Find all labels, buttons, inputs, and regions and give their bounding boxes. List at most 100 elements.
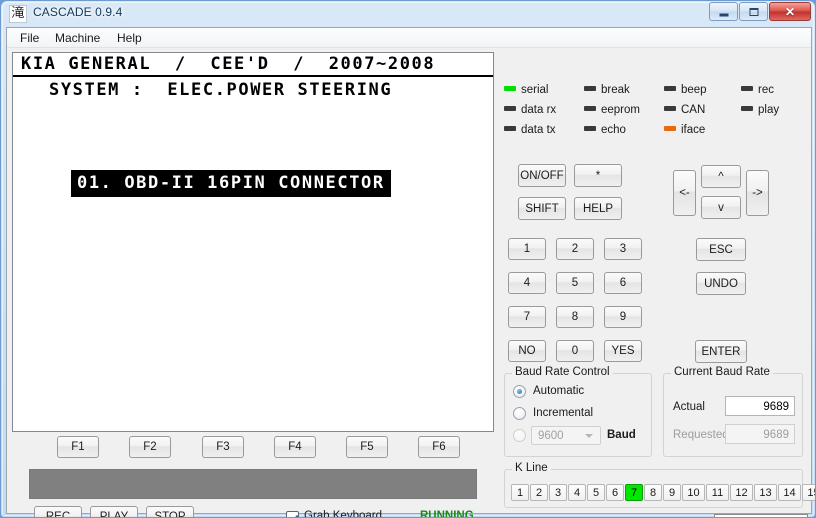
chevron-down-icon	[585, 434, 593, 438]
function-key-f5[interactable]: F5	[346, 436, 388, 458]
key-0[interactable]: 0	[556, 340, 594, 362]
led-echo: echo	[584, 124, 626, 136]
key-5[interactable]: 5	[556, 272, 594, 294]
key-9[interactable]: 9	[604, 306, 642, 328]
rec-button[interactable]: REC	[34, 506, 82, 517]
key-help[interactable]: HELP	[574, 197, 622, 220]
requested-baud-value: 9689	[725, 424, 795, 444]
key-arrow-right[interactable]: ->	[746, 170, 769, 216]
key-no[interactable]: NO	[508, 340, 546, 362]
kline-cell-10[interactable]: 10	[682, 484, 705, 501]
k-line-title: K Line	[512, 462, 551, 474]
kline-cell-12[interactable]: 12	[730, 484, 753, 501]
baud-rate-select[interactable]: 9600	[531, 426, 601, 445]
key-undo[interactable]: UNDO	[696, 272, 746, 295]
function-key-f1[interactable]: F1	[57, 436, 99, 458]
play-button[interactable]: PLAY	[90, 506, 138, 517]
led-rec: rec	[741, 84, 774, 96]
kline-cell-9[interactable]: 9	[663, 484, 681, 501]
key-arrow-left[interactable]: <-	[673, 170, 696, 216]
baud-rate-control-title: Baud Rate Control	[512, 366, 613, 378]
led-indicator-rec	[741, 86, 753, 92]
radio-automatic[interactable]	[513, 385, 526, 398]
key-star[interactable]: *	[574, 164, 622, 187]
kline-cell-2[interactable]: 2	[530, 484, 548, 501]
display-selected-item[interactable]: 01. OBD-II 16PIN CONNECTOR	[71, 170, 391, 197]
function-key-f3[interactable]: F3	[202, 436, 244, 458]
kline-cell-5[interactable]: 5	[587, 484, 605, 501]
kline-cell-13[interactable]: 13	[754, 484, 777, 501]
key-8[interactable]: 8	[556, 306, 594, 328]
key-yes[interactable]: YES	[604, 340, 642, 362]
kline-cell-1[interactable]: 1	[511, 484, 529, 501]
close-icon: ✕	[784, 4, 796, 19]
minimize-button[interactable]	[709, 2, 738, 21]
current-baud-rate-title: Current Baud Rate	[671, 366, 773, 378]
led-iface: iface	[664, 124, 705, 136]
key-3[interactable]: 3	[604, 238, 642, 260]
key-4[interactable]: 4	[508, 272, 546, 294]
radio-incremental[interactable]	[513, 407, 526, 420]
led-indicator-serial	[504, 86, 516, 92]
display-system-line: SYSTEM : ELEC.POWER STEERING	[49, 80, 393, 100]
function-key-f2[interactable]: F2	[129, 436, 171, 458]
led-indicator-break	[584, 86, 596, 92]
function-key-bar: F1 F2 F3 F4 F5 F6	[12, 436, 494, 458]
key-arrow-up[interactable]: ^	[701, 165, 741, 188]
key-6[interactable]: 6	[604, 272, 642, 294]
interface-value: FT232R USB UART	[714, 514, 808, 517]
key-7[interactable]: 7	[508, 306, 546, 328]
kline-cell-6[interactable]: 6	[606, 484, 624, 501]
led-eeprom: eeprom	[584, 104, 640, 116]
key-shift[interactable]: SHIFT	[518, 197, 566, 220]
menu-item-machine[interactable]: Machine	[50, 30, 105, 46]
grab-keyboard-label: Grab Keyboard	[304, 510, 382, 518]
led-data-rx: data rx	[504, 104, 556, 116]
stop-button[interactable]: STOP	[146, 506, 194, 517]
label-incremental: Incremental	[533, 407, 594, 419]
led-play: play	[741, 104, 779, 116]
menu-item-file[interactable]: File	[15, 30, 44, 46]
key-enter[interactable]: ENTER	[695, 340, 747, 363]
kline-cell-7[interactable]: 7	[625, 484, 643, 501]
client-area: File Machine Help KIA GENERAL / CEE'D / …	[6, 27, 815, 517]
label-actual: Actual	[673, 401, 705, 413]
terminal-display[interactable]: KIA GENERAL / CEE'D / 2007~2008 SYSTEM :…	[12, 52, 494, 432]
window-title: CASCADE 0.9.4	[33, 5, 123, 19]
radio-manual-baud[interactable]	[513, 429, 526, 442]
status-badge: RUNNING	[420, 510, 474, 518]
kline-cell-4[interactable]: 4	[568, 484, 586, 501]
led-indicator-data-rx	[504, 106, 516, 112]
led-serial: serial	[504, 84, 548, 96]
key-esc[interactable]: ESC	[696, 238, 746, 261]
menu-item-help[interactable]: Help	[112, 30, 147, 46]
function-key-f4[interactable]: F4	[274, 436, 316, 458]
title-bar: 滝 CASCADE 0.9.4 ✕	[1, 1, 815, 27]
label-automatic: Automatic	[533, 385, 585, 397]
current-baud-rate-group: Current Baud Rate Actual 9689 Requested …	[663, 366, 803, 457]
kline-cell-8[interactable]: 8	[644, 484, 662, 501]
kline-cell-3[interactable]: 3	[549, 484, 567, 501]
key-2[interactable]: 2	[556, 238, 594, 260]
led-data-tx: data tx	[504, 124, 556, 136]
led-beep: beep	[664, 84, 707, 96]
kline-cell-15[interactable]: 15	[802, 484, 815, 501]
key-arrow-down[interactable]: v	[701, 196, 741, 219]
key-1[interactable]: 1	[508, 238, 546, 260]
minimize-icon	[719, 13, 728, 16]
maximize-icon	[749, 7, 758, 16]
k-line-group: K Line 1 2 3 4 5 6 7 8 9 10 11 12 13 14 …	[504, 462, 815, 508]
led-indicator-data-tx	[504, 126, 516, 132]
kline-cell-11[interactable]: 11	[706, 484, 729, 501]
checkbox-checked-icon	[286, 511, 299, 517]
led-indicator-iface	[664, 126, 676, 132]
led-can: CAN	[664, 104, 705, 116]
function-key-f6[interactable]: F6	[418, 436, 460, 458]
kline-cell-14[interactable]: 14	[778, 484, 801, 501]
key-onoff[interactable]: ON/OFF	[518, 164, 566, 187]
led-indicator-echo	[584, 126, 596, 132]
maximize-button[interactable]	[739, 2, 768, 21]
led-indicator-eeprom	[584, 106, 596, 112]
close-button[interactable]: ✕	[769, 2, 811, 21]
baud-rate-control-group: Baud Rate Control Automatic Incremental …	[504, 366, 652, 457]
